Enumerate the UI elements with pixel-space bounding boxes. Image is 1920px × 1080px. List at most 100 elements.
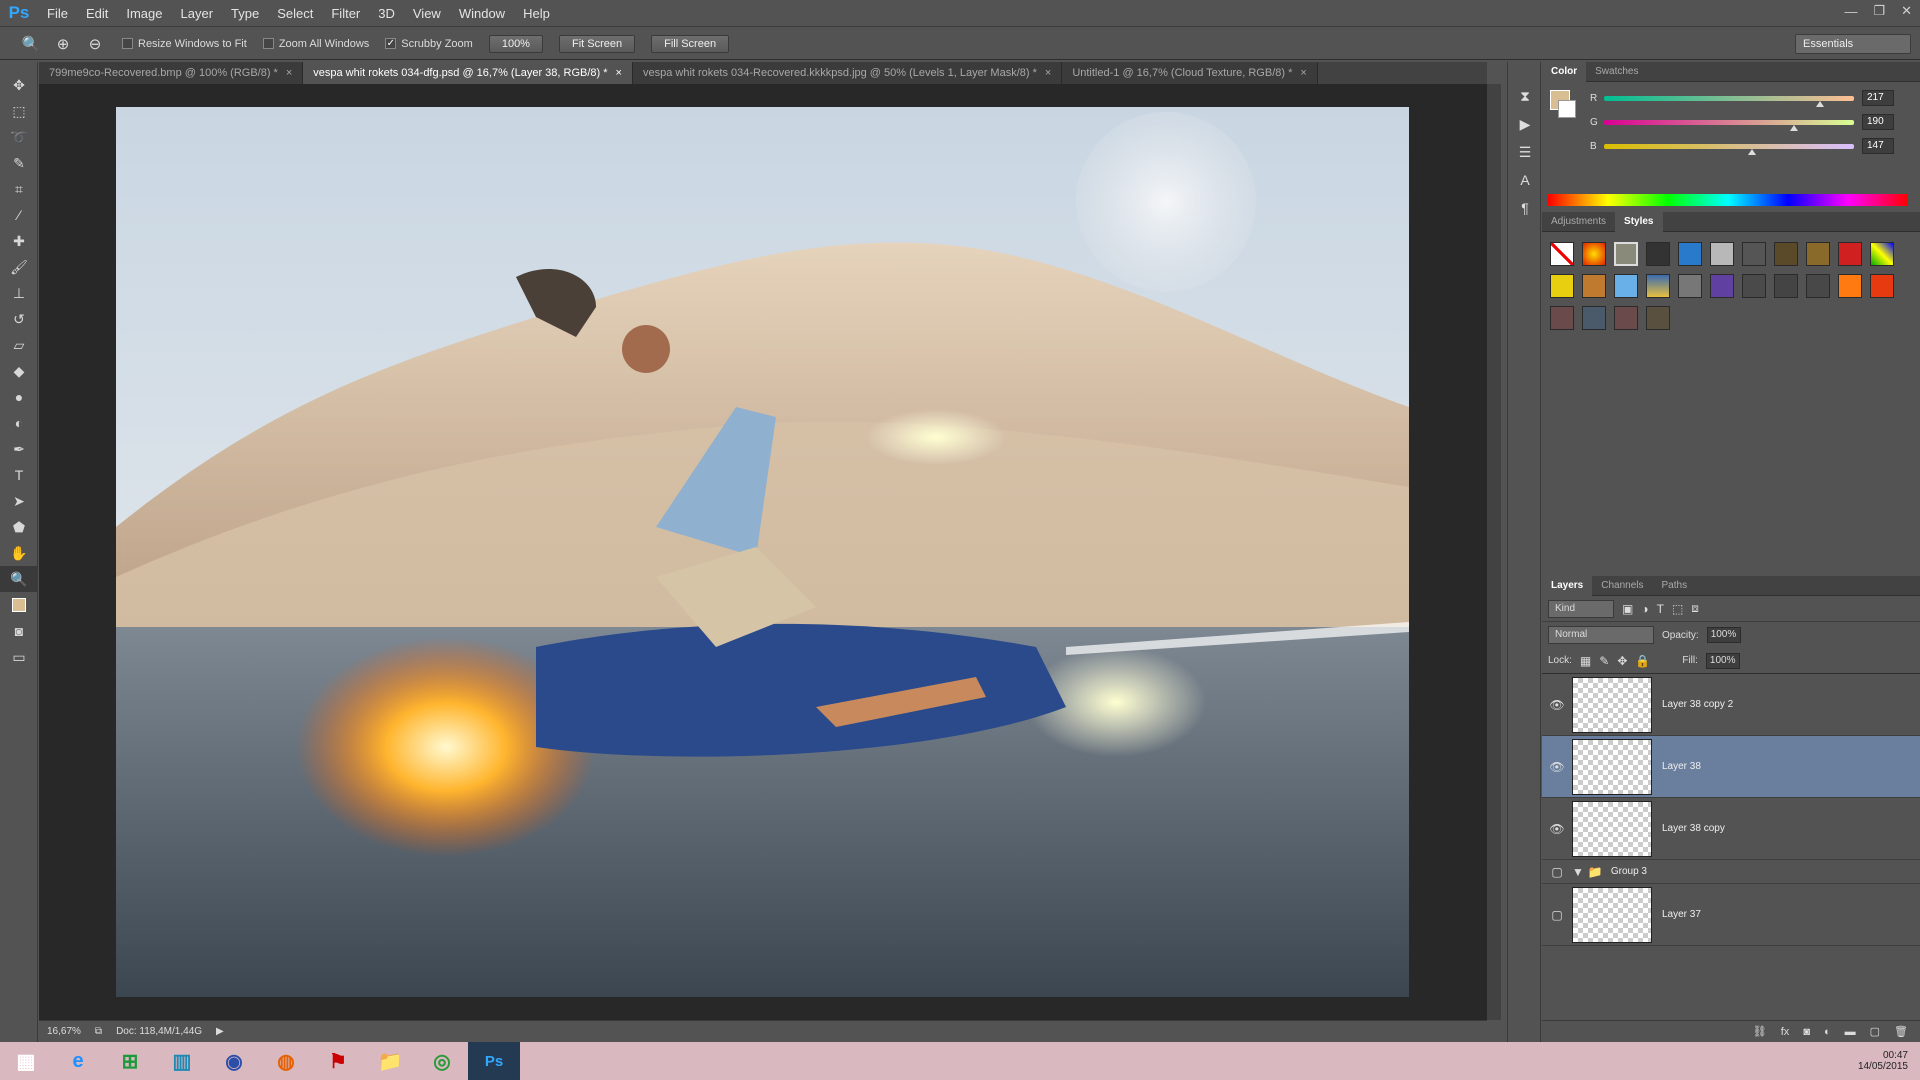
fit-screen-button[interactable]: Fit Screen (558, 34, 636, 53)
red-slider[interactable]: R 217 (1542, 86, 1920, 110)
style-swatch[interactable] (1550, 274, 1574, 298)
marquee-tool-icon[interactable]: ⬚ (0, 98, 38, 124)
menu-layer[interactable]: Layer (172, 0, 223, 27)
shape-filter-icon[interactable]: ⬚ (1672, 602, 1683, 616)
restore-icon[interactable]: ❐ (1873, 3, 1885, 19)
zoom-out-icon[interactable]: ⊖ (84, 33, 106, 55)
red-value-field[interactable]: 217 (1862, 90, 1894, 106)
fill-screen-button[interactable]: Fill Screen (651, 34, 730, 53)
screen-mode-icon[interactable]: ▭ (0, 644, 38, 670)
close-icon[interactable]: × (286, 67, 292, 79)
style-swatch[interactable] (1614, 242, 1638, 266)
quick-select-icon[interactable]: ✎ (0, 150, 38, 176)
eye-icon[interactable]: 👁 (1542, 698, 1572, 712)
zoom-tool-icon[interactable]: 🔍 (20, 33, 42, 55)
visibility-box[interactable]: ▢ (1542, 865, 1572, 879)
group-row[interactable]: ▢ ▼ 📁 Group 3 (1542, 860, 1920, 884)
smart-object-filter-icon[interactable]: ⧈ (1691, 601, 1699, 616)
menu-select[interactable]: Select (268, 0, 322, 27)
green-slider[interactable]: G 190 (1542, 110, 1920, 134)
chrome-icon[interactable]: ◎ (416, 1042, 468, 1080)
doc-tab[interactable]: vespa whit rokets 034-Recovered.kkkkpsd.… (632, 62, 1063, 84)
mask-icon[interactable]: ◙ (1803, 1026, 1810, 1038)
store-icon[interactable]: ⊞ (104, 1042, 156, 1080)
style-swatch[interactable] (1774, 274, 1798, 298)
adjustment-icon[interactable]: ◐ (1824, 1026, 1831, 1038)
style-swatch[interactable] (1742, 274, 1766, 298)
close-icon[interactable]: × (1300, 67, 1306, 79)
style-swatch[interactable] (1838, 242, 1862, 266)
fx-icon[interactable]: fx (1781, 1026, 1790, 1038)
tab-swatches[interactable]: Swatches (1586, 62, 1647, 82)
visibility-box[interactable]: ▢ (1542, 908, 1572, 922)
pen-tool-icon[interactable]: ✒ (0, 436, 38, 462)
blend-mode-select[interactable]: Normal (1548, 626, 1654, 644)
history-icon[interactable]: ⧗ (1508, 82, 1542, 110)
style-swatch[interactable] (1646, 242, 1670, 266)
style-swatch[interactable] (1614, 274, 1638, 298)
shape-tool-icon[interactable]: ⬟ (0, 514, 38, 540)
crop-tool-icon[interactable]: ⌗ (0, 176, 38, 202)
start-icon[interactable]: ▦ (0, 1042, 52, 1080)
eye-icon[interactable]: 👁 (1542, 822, 1572, 836)
lock-pixels-icon[interactable]: ✎ (1599, 654, 1609, 668)
doc-tab[interactable]: 799me9co-Recovered.bmp @ 100% (RGB/8) * × (39, 62, 304, 84)
vertical-scrollbar[interactable] (1487, 84, 1501, 1020)
style-swatch[interactable] (1550, 306, 1574, 330)
menu-image[interactable]: Image (117, 0, 171, 27)
menu-help[interactable]: Help (514, 0, 559, 27)
actual-pixels-button[interactable]: 100% (488, 34, 543, 53)
hand-tool-icon[interactable]: ✋ (0, 540, 38, 566)
style-swatch[interactable] (1838, 274, 1862, 298)
lock-all-icon[interactable]: 🔒 (1635, 654, 1650, 668)
properties-icon[interactable]: ☰ (1508, 138, 1542, 166)
close-icon[interactable]: ✕ (1901, 3, 1912, 19)
paragraph-icon[interactable]: ¶ (1508, 194, 1542, 222)
blue-slider[interactable]: B 147 (1542, 134, 1920, 158)
resize-windows-checkbox[interactable]: Resize Windows to Fit (122, 38, 247, 50)
blur-tool-icon[interactable]: ● (0, 384, 38, 410)
status-menu-arrow-icon[interactable]: ▶ (216, 1026, 224, 1037)
group-expand-icon[interactable]: ▼ (1572, 865, 1584, 879)
style-swatch[interactable] (1806, 274, 1830, 298)
explorer-icon[interactable]: 📁 (364, 1042, 416, 1080)
firefox-icon[interactable]: ◍ (260, 1042, 312, 1080)
menu-file[interactable]: File (38, 0, 77, 27)
style-swatch[interactable] (1870, 274, 1894, 298)
layer-row-selected[interactable]: 👁 Layer 38 (1542, 736, 1920, 798)
scrubby-zoom-checkbox[interactable]: ✓ Scrubby Zoom (385, 38, 473, 50)
close-icon[interactable]: × (1045, 67, 1051, 79)
stamp-tool-icon[interactable]: ⊥ (0, 280, 38, 306)
ie-icon[interactable]: e (52, 1042, 104, 1080)
zoom-level[interactable]: 16,67% (47, 1026, 81, 1037)
system-clock[interactable]: 00:47 14/05/2015 (1858, 1042, 1908, 1080)
fill-field[interactable]: 100% (1705, 652, 1740, 669)
dodge-tool-icon[interactable]: ◐ (0, 410, 38, 436)
color-spectrum-bar[interactable] (1548, 194, 1908, 206)
path-select-icon[interactable]: ➤ (0, 488, 38, 514)
tab-adjustments[interactable]: Adjustments (1542, 212, 1615, 232)
quick-mask-icon[interactable]: ◙ (0, 618, 38, 644)
menu-3d[interactable]: 3D (369, 0, 404, 27)
menu-window[interactable]: Window (450, 0, 514, 27)
layer-row[interactable]: 👁 Layer 38 copy (1542, 798, 1920, 860)
eye-icon[interactable]: 👁 (1542, 760, 1572, 774)
zoom-all-checkbox[interactable]: Zoom All Windows (262, 38, 369, 50)
menu-filter[interactable]: Filter (322, 0, 369, 27)
menu-edit[interactable]: Edit (77, 0, 117, 27)
tab-channels[interactable]: Channels (1592, 576, 1652, 596)
blue-value-field[interactable]: 147 (1862, 138, 1894, 154)
style-swatch[interactable] (1870, 242, 1894, 266)
image-canvas[interactable] (116, 107, 1409, 997)
style-swatch[interactable] (1806, 242, 1830, 266)
move-tool-icon[interactable]: ✥ (0, 72, 38, 98)
style-swatch[interactable] (1742, 242, 1766, 266)
actions-play-icon[interactable]: ▶ (1508, 110, 1542, 138)
layer-row[interactable]: ▢ Layer 37 (1542, 884, 1920, 946)
zoom-in-icon[interactable]: ⊕ (52, 33, 74, 55)
lasso-tool-icon[interactable]: ➰ (0, 124, 38, 150)
zoom-tool-icon[interactable]: 🔍 (0, 566, 38, 592)
background-color-swatch[interactable] (1558, 100, 1576, 118)
eraser-icon[interactable]: ▱ (0, 332, 38, 358)
link-icon[interactable]: ⛓ (1753, 1025, 1767, 1038)
